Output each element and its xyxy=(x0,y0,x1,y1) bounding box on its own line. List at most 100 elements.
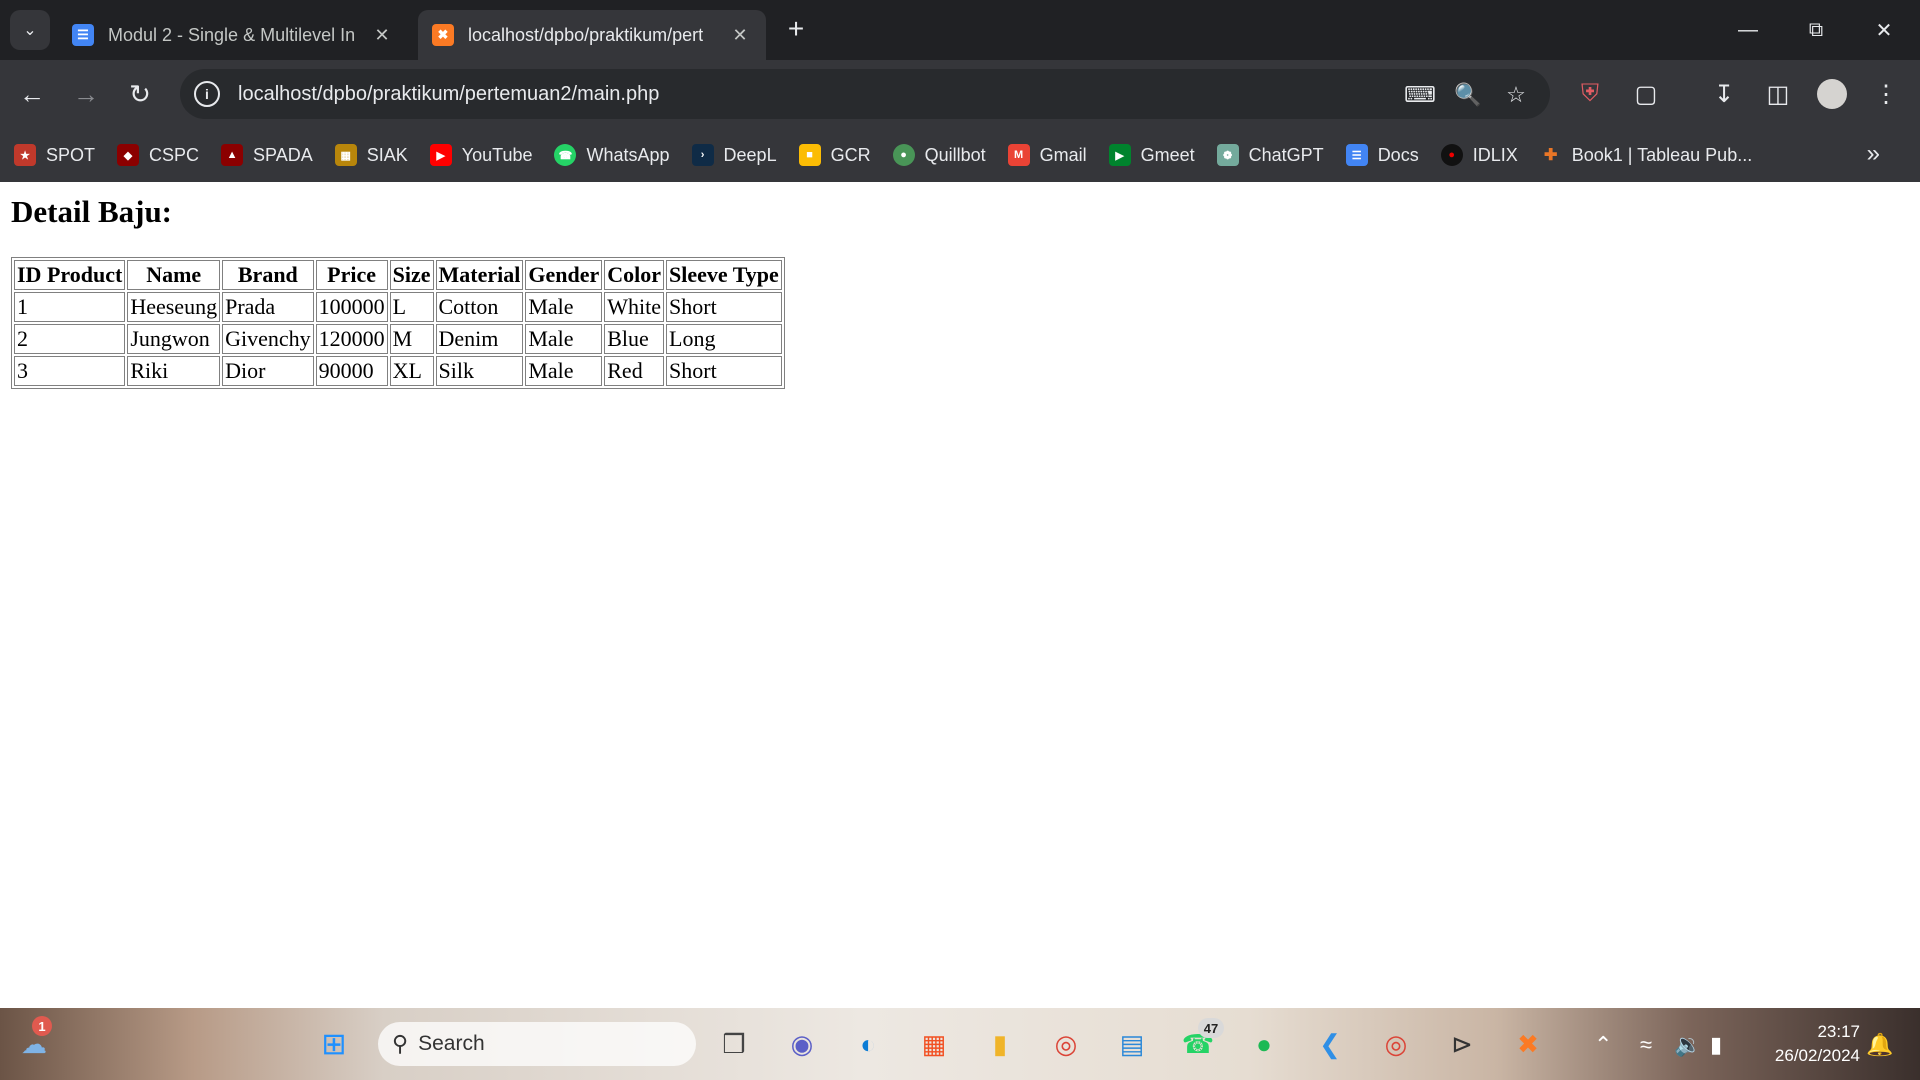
forward-button[interactable]: → xyxy=(66,74,106,114)
page-heading: Detail Baju: xyxy=(11,194,173,229)
bookmark-gmeet[interactable]: ▶ Gmeet xyxy=(1108,144,1195,166)
bookmark-spot[interactable]: ★ SPOT xyxy=(14,144,95,166)
bookmark-label: YouTube xyxy=(461,144,533,165)
bookmark-gmail[interactable]: M Gmail xyxy=(1007,144,1087,166)
battery-icon[interactable]: ▮ xyxy=(1710,1032,1722,1058)
tab-title: localhost/dpbo/praktikum/pert xyxy=(468,24,704,45)
table-cell: Givenchy xyxy=(222,324,314,354)
arrow-right-icon: → xyxy=(73,78,99,109)
table-cell: Prada xyxy=(222,292,314,322)
bookmark-cspc[interactable]: ◆ CSPC xyxy=(117,144,199,166)
table-cell: Riki xyxy=(127,356,221,386)
close-window-button[interactable]: ✕ xyxy=(1862,12,1906,48)
download-icon[interactable]: ↧ xyxy=(1704,74,1744,114)
notepad-button[interactable]: ▤ xyxy=(1108,1020,1156,1068)
menu-icon[interactable]: ⋮ xyxy=(1866,74,1906,114)
terminal-button[interactable]: ⊳ xyxy=(1438,1020,1486,1068)
shield-extension-icon[interactable]: ⛨ xyxy=(1570,74,1610,114)
bookmark-quillbot[interactable]: ● Quillbot xyxy=(892,144,986,166)
edge-button[interactable]: ◐ xyxy=(844,1020,892,1068)
column-header: Size xyxy=(389,260,434,290)
bookmark-label: Book1 | Tableau Pub... xyxy=(1571,144,1753,165)
table-cell: 2 xyxy=(14,324,126,354)
close-icon[interactable]: ✕ xyxy=(370,23,394,47)
bookmarks-overflow-icon[interactable]: » xyxy=(1867,140,1880,168)
restore-button[interactable]: ⧉ xyxy=(1794,12,1838,48)
chrome-button[interactable]: ◎ xyxy=(1042,1020,1090,1068)
address-bar[interactable]: i localhost/dpbo/praktikum/pertemuan2/ma… xyxy=(180,69,1550,119)
side-panel-icon[interactable]: ◫ xyxy=(1758,74,1798,114)
cspc-icon: ◆ xyxy=(117,144,140,166)
teams-button[interactable]: ◉ xyxy=(778,1020,826,1068)
chrome-profile-button[interactable]: ◎ xyxy=(1372,1020,1420,1068)
new-tab-button[interactable]: + xyxy=(780,14,812,46)
bookmark-deepl[interactable]: › DeepL xyxy=(691,144,777,166)
tab-modul-2[interactable]: ☰ Modul 2 - Single & Multilevel In ✕ xyxy=(58,10,408,60)
bookmark-label: Gmeet xyxy=(1140,144,1195,165)
extensions-icon[interactable]: ▢ xyxy=(1626,74,1666,114)
bookmark-idlix[interactable]: ● IDLIX xyxy=(1440,144,1518,166)
taskbar-clock[interactable]: 23:17 26/02/2024 xyxy=(1740,1020,1860,1068)
reload-button[interactable]: ↻ xyxy=(120,74,160,114)
info-icon[interactable]: i xyxy=(194,81,220,107)
file-explorer-button[interactable]: ▮ xyxy=(976,1020,1024,1068)
bookmark-chatgpt[interactable]: ❁ ChatGPT xyxy=(1216,144,1324,166)
tray-overflow-icon[interactable]: ⌃ xyxy=(1594,1032,1612,1058)
column-header: Brand xyxy=(222,260,314,290)
minimize-button[interactable]: — xyxy=(1726,12,1770,48)
wifi-icon[interactable]: ≈ xyxy=(1640,1032,1652,1058)
vscode-button[interactable]: ❮ xyxy=(1306,1020,1354,1068)
bookmark-docs[interactable]: ☰ Docs xyxy=(1345,144,1419,166)
xampp-button[interactable]: ✖ xyxy=(1504,1020,1552,1068)
tab-search-button[interactable]: ⌄ xyxy=(10,10,50,50)
task-view-icon: ❒ xyxy=(722,1028,746,1059)
whatsapp-badge: 47 xyxy=(1198,1018,1224,1038)
task-view-button[interactable]: ❒ xyxy=(710,1020,758,1068)
browser-chrome: ⌄ ☰ Modul 2 - Single & Multilevel In ✕ ✖… xyxy=(0,0,1920,182)
bookmark-youtube[interactable]: ▶ YouTube xyxy=(429,144,533,166)
siak-icon: ▦ xyxy=(334,144,357,166)
table-cell: Short xyxy=(666,356,782,386)
address-url[interactable]: localhost/dpbo/praktikum/pertemuan2/main… xyxy=(238,83,659,106)
bookmark-label: DeepL xyxy=(723,144,777,165)
quillbot-icon: ● xyxy=(892,144,915,166)
youtube-icon: ▶ xyxy=(429,144,452,166)
meet-icon: ▶ xyxy=(1108,144,1131,166)
avatar xyxy=(1817,79,1847,109)
bookmark-label: SIAK xyxy=(366,144,408,165)
bookmark-spada[interactable]: ▲ SPADA xyxy=(221,144,313,166)
volume-icon[interactable]: 🔉 xyxy=(1674,1032,1701,1058)
bookmark-gcr[interactable]: ■ GCR xyxy=(798,144,871,166)
page-content: Detail Baju: ID Product Name Brand Price… xyxy=(0,182,1920,1008)
bookmark-siak[interactable]: ▦ SIAK xyxy=(334,144,408,166)
store-button[interactable]: ▦ xyxy=(910,1020,958,1068)
notification-bell-icon[interactable]: 🔔 xyxy=(1866,1032,1893,1058)
spotify-button[interactable]: ● xyxy=(1240,1020,1288,1068)
table-cell: Male xyxy=(525,324,603,354)
bookmark-label: Gmail xyxy=(1039,144,1087,165)
product-table: ID Product Name Brand Price Size Materia… xyxy=(11,257,785,389)
tab-localhost[interactable]: ✖ localhost/dpbo/praktikum/pert ✕ xyxy=(418,10,766,60)
table-cell: Silk xyxy=(435,356,524,386)
back-button[interactable]: ← xyxy=(12,74,52,114)
close-icon[interactable]: ✕ xyxy=(728,23,752,47)
translate-icon[interactable]: ⌨ xyxy=(1404,81,1436,109)
idlix-icon: ● xyxy=(1440,144,1463,166)
chat-icon: ◉ xyxy=(790,1028,814,1059)
table-cell: Heeseung xyxy=(127,292,221,322)
zoom-icon[interactable]: 🔍 xyxy=(1454,81,1482,109)
bookmark-label: GCR xyxy=(830,144,871,165)
browser-toolbar: ← → ↻ i localhost/dpbo/praktikum/pertemu… xyxy=(0,60,1920,128)
windows-icon: ⊞ xyxy=(321,1027,347,1061)
weather-badge: 1 xyxy=(32,1016,52,1036)
bookmark-tableau[interactable]: ✚ Book1 | Tableau Pub... xyxy=(1540,144,1752,166)
chatgpt-icon: ❁ xyxy=(1216,144,1239,166)
profile-avatar[interactable] xyxy=(1812,74,1852,114)
taskbar-search[interactable]: ⚲ Search xyxy=(378,1022,696,1066)
bookmark-star-icon[interactable]: ☆ xyxy=(1502,81,1530,109)
start-button[interactable]: ⊞ xyxy=(310,1020,358,1068)
arrow-left-icon: ← xyxy=(19,78,45,109)
spada-icon: ▲ xyxy=(221,144,244,166)
bookmark-whatsapp[interactable]: ☎ WhatsApp xyxy=(554,144,670,166)
table-row: 3 Riki Dior 90000 XL Silk Male Red Short xyxy=(14,356,782,386)
